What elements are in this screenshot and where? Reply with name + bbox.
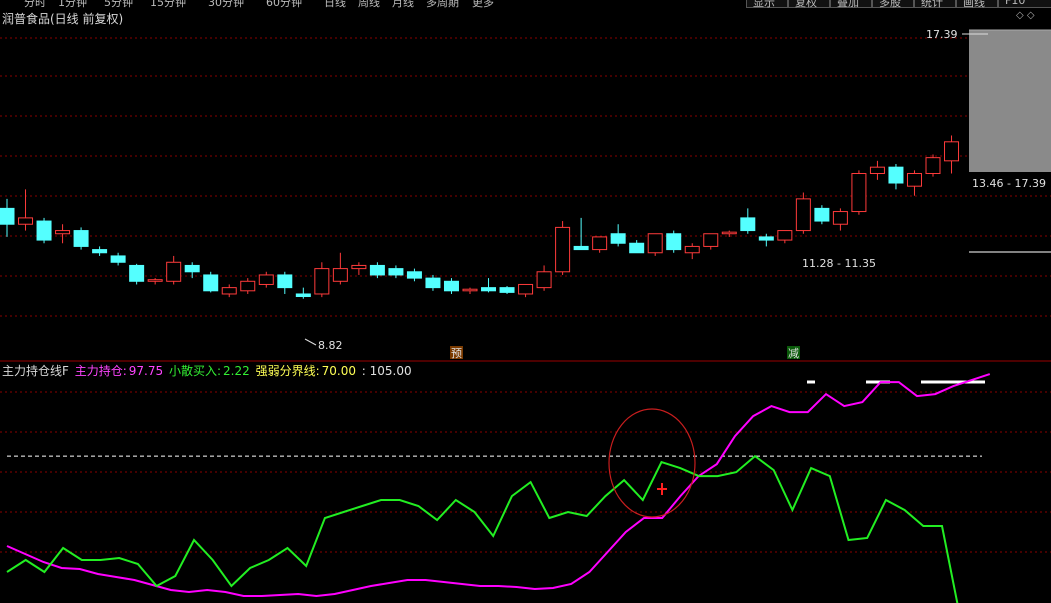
candle-body-43 [795, 198, 811, 232]
marker-jian-text: 减 [788, 347, 799, 360]
candle-body-2 [36, 220, 52, 241]
candle-body-35 [647, 233, 663, 254]
candle-body-44 [814, 207, 830, 222]
retail-buy-line [6, 454, 959, 603]
candle-body-25 [462, 288, 478, 292]
price-low-arrow [304, 338, 317, 346]
candle-body-47 [869, 166, 885, 175]
candle-body-1 [18, 217, 34, 225]
range-highlight-box [969, 30, 1051, 172]
main-value: 97.75 [128, 364, 164, 378]
candle-body-51 [944, 141, 960, 162]
candle-body-37 [684, 245, 700, 254]
indicator-header: 主力持仓线F 主力持仓: 97.75 小散买入: 2.22 强弱分界线: 70.00 … [2, 362, 414, 379]
candle-body-9 [166, 261, 182, 282]
candle-body-26 [481, 287, 497, 292]
candle-body-10 [184, 264, 200, 273]
candle-body-20 [369, 264, 385, 276]
candle-body-27 [499, 287, 515, 293]
candle-body-36 [666, 233, 682, 251]
candle-body-16 [295, 293, 311, 298]
candle-body-18 [332, 268, 348, 282]
candle-body-7 [129, 264, 145, 282]
marker-yu-text: 预 [451, 347, 462, 360]
candle-body-0 [0, 207, 15, 225]
price-low-label: 8.82 [318, 339, 343, 352]
candle-body-17 [314, 268, 330, 295]
candle-body-23 [425, 277, 441, 289]
candle-body-15 [277, 274, 293, 289]
highlight-circle [608, 408, 696, 518]
candle-body-6 [110, 255, 126, 263]
candle-body-22 [406, 271, 422, 279]
candle-body-30 [555, 226, 571, 273]
main-position-line [6, 373, 991, 598]
retail-label: 小散买入: [168, 364, 222, 378]
candle-body-42 [777, 230, 793, 241]
candle-body-24 [443, 280, 459, 292]
line-value: 70.00 [321, 364, 356, 378]
candle-body-29 [536, 271, 552, 289]
indicator-name: 主力持仓线F [2, 364, 69, 378]
candle-body-5 [92, 249, 108, 254]
candle-body-14 [258, 274, 274, 285]
candle-body-49 [906, 173, 922, 187]
line-label: 强弱分界线: [255, 364, 320, 378]
candle-body-45 [832, 211, 848, 225]
candle-body-40 [740, 217, 756, 232]
candle-body-38 [703, 233, 719, 247]
candle-body-39 [721, 231, 737, 235]
extra-value: : 105.00 [361, 364, 412, 378]
price-high-label: 17.39 [926, 28, 958, 41]
candle-body-21 [388, 268, 404, 276]
price-range-top-label: 13.46 - 17.39 [972, 177, 1046, 190]
candle-body-50 [925, 157, 941, 175]
main-label: 主力持仓: [74, 364, 127, 378]
candle-body-48 [888, 166, 904, 184]
candle-body-31 [573, 245, 589, 251]
candle-body-32 [592, 236, 608, 251]
candle-body-34 [629, 242, 645, 254]
candle-body-19 [351, 264, 367, 270]
candle-body-12 [221, 287, 237, 295]
candle-body-33 [610, 233, 626, 244]
candle-body-4 [73, 230, 89, 247]
candle-body-11 [203, 274, 219, 292]
candle-body-28 [518, 283, 534, 295]
candle-body-3 [55, 230, 71, 235]
price-range-mid-label: 11.28 - 11.35 [802, 257, 876, 270]
candle-body-41 [758, 236, 774, 241]
candle-body-8 [147, 279, 163, 282]
chart-area: 17.39 13.46 - 17.39 11.28 - 11.35 8.82 预 减 [0, 28, 1051, 603]
candle-body-46 [851, 173, 867, 213]
candle-body-13 [240, 280, 256, 292]
retail-value: 2.22 [223, 364, 250, 378]
